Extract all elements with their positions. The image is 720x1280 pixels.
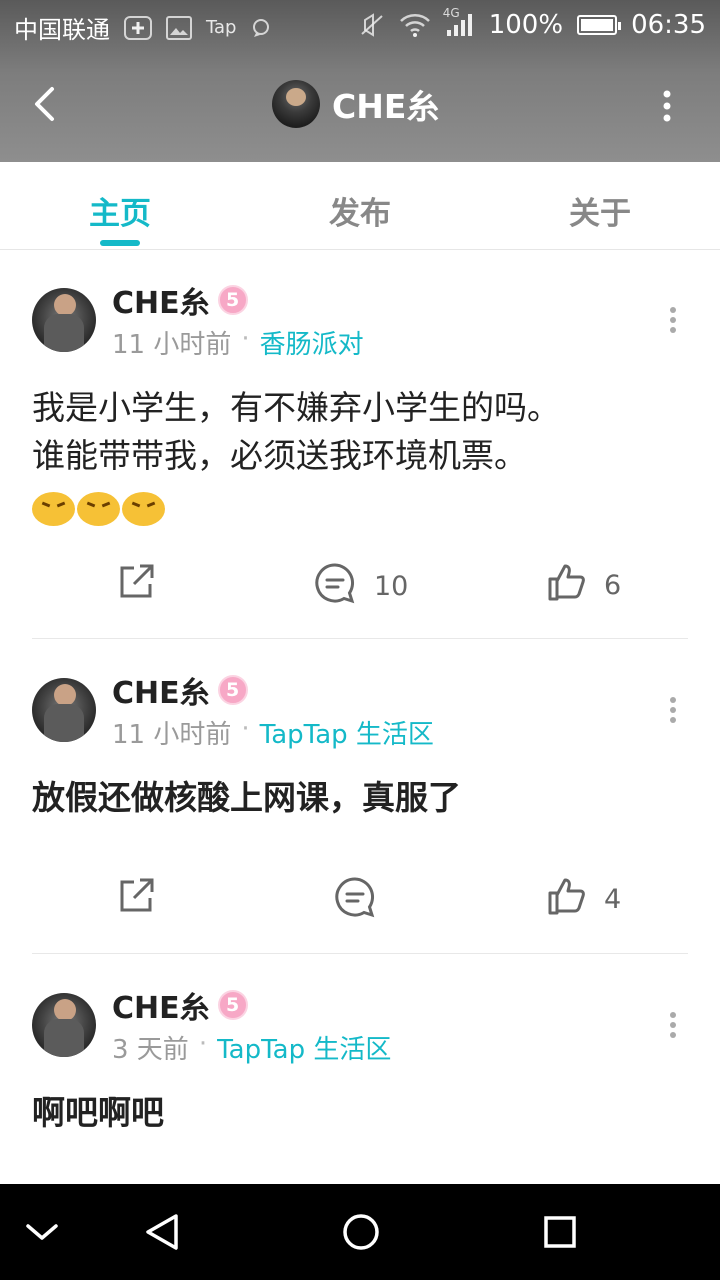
tab-about[interactable]: 关于 [480,162,720,249]
clock: 06:35 [631,10,706,40]
thumbs-up-icon [546,876,586,923]
post-card[interactable]: CHE糸 5 11 小时前 · TapTap 生活区 放假还做核酸上网课，真服了… [0,640,720,955]
post-time: 11 小时前 [112,720,232,750]
avatar[interactable] [32,993,96,1057]
level-badge: 5 [217,990,248,1020]
more-vertical-icon[interactable] [668,696,678,724]
plus-icon [124,15,152,40]
post-content[interactable]: 我是小学生，有不嫌弃小学生的吗。 谁能带带我，必须送我环境机票。 [32,384,688,480]
chevron-left-icon[interactable] [28,84,60,124]
comment-icon [334,876,376,925]
post-content[interactable]: 放假还做核酸上网课，真服了 [32,774,688,822]
share-icon [116,876,156,923]
level-badge: 5 [217,675,248,705]
comment-button[interactable] [334,876,394,925]
angry-emoji-icon [32,492,75,526]
status-bar: 中国联通 Tap 4G 100% 06:35 [0,0,720,52]
avatar[interactable] [272,80,320,128]
header: 中国联通 Tap 4G 100% 06:35 CHE糸 [0,0,720,162]
more-vertical-icon[interactable] [668,1011,678,1039]
post-meta: 11 小时前 · TapTap 生活区 [112,714,434,751]
recents-square-icon[interactable] [536,1208,584,1256]
like-count: 6 [604,570,622,601]
post-time: 3 天前 [112,1035,189,1065]
post-author[interactable]: CHE糸 5 [112,983,248,1027]
thumbs-up-icon [546,562,586,609]
collapse-icon[interactable] [18,1208,66,1256]
emoji-row [32,492,165,526]
post-text-line: 谁能带带我，必须送我环境机票。 [32,436,527,475]
like-count: 4 [604,884,622,915]
profile-title: CHE糸 [272,80,439,128]
comment-count: 10 [374,571,409,602]
home-circle-icon[interactable] [337,1208,385,1256]
post-meta: 3 天前 · TapTap 生活区 [112,1029,391,1066]
wifi-icon [399,12,431,38]
like-button[interactable]: 4 [546,876,621,923]
divider [32,638,688,639]
level-badge: 5 [217,285,248,315]
comment-button[interactable]: 10 [314,562,408,611]
post-actions: 10 6 [0,562,720,622]
post-card[interactable]: CHE糸 5 3 天前 · TapTap 生活区 啊吧啊吧 [0,955,720,1184]
avatar[interactable] [32,288,96,352]
tab-bar: 主页 发布 关于 [0,162,720,250]
top-bar: CHE糸 [0,52,720,162]
post-card[interactable]: CHE糸 5 11 小时前 · 香肠派对 我是小学生，有不嫌弃小学生的吗。 谁能… [0,250,720,640]
author-name: CHE糸 [112,676,210,711]
system-nav-bar [0,1184,720,1280]
angry-emoji-icon [77,492,120,526]
author-name: CHE糸 [112,991,210,1026]
post-author[interactable]: CHE糸 5 [112,278,248,322]
like-button[interactable]: 6 [546,562,621,609]
meta-separator: · [198,1029,208,1059]
author-name: CHE糸 [112,286,210,321]
post-time: 11 小时前 [112,330,232,360]
carrier-label: 中国联通 [14,16,110,44]
forum-link[interactable]: TapTap 生活区 [260,714,434,751]
battery-percent: 100% [488,10,564,40]
mute-icon [359,12,385,38]
forum-link[interactable]: 香肠派对 [260,324,364,361]
post-author[interactable]: CHE糸 5 [112,668,248,712]
tab-posts[interactable]: 发布 [240,162,480,249]
chat-icon [250,17,272,39]
page-title: CHE糸 [332,87,440,126]
tab-home[interactable]: 主页 [0,162,240,249]
meta-separator: · [241,324,250,354]
more-vertical-icon[interactable] [662,90,672,122]
divider [32,953,688,954]
comment-icon [314,562,356,611]
post-meta: 11 小时前 · 香肠派对 [112,324,364,361]
angry-emoji-icon [122,492,165,526]
share-button[interactable] [116,876,156,923]
battery-icon [577,15,622,35]
post-text-line: 我是小学生，有不嫌弃小学生的吗。 [32,388,560,427]
share-button[interactable] [116,562,156,609]
more-vertical-icon[interactable] [668,306,678,334]
tap-icon: Tap [206,17,237,38]
back-triangle-icon[interactable] [138,1208,186,1256]
post-content[interactable]: 啊吧啊吧 [32,1089,688,1137]
image-icon [166,15,192,40]
signal-icon: 4G [443,6,475,38]
post-actions: 4 [0,876,720,936]
meta-separator: · [241,714,250,744]
avatar[interactable] [32,678,96,742]
forum-link[interactable]: TapTap 生活区 [217,1029,391,1066]
share-icon [116,562,156,609]
